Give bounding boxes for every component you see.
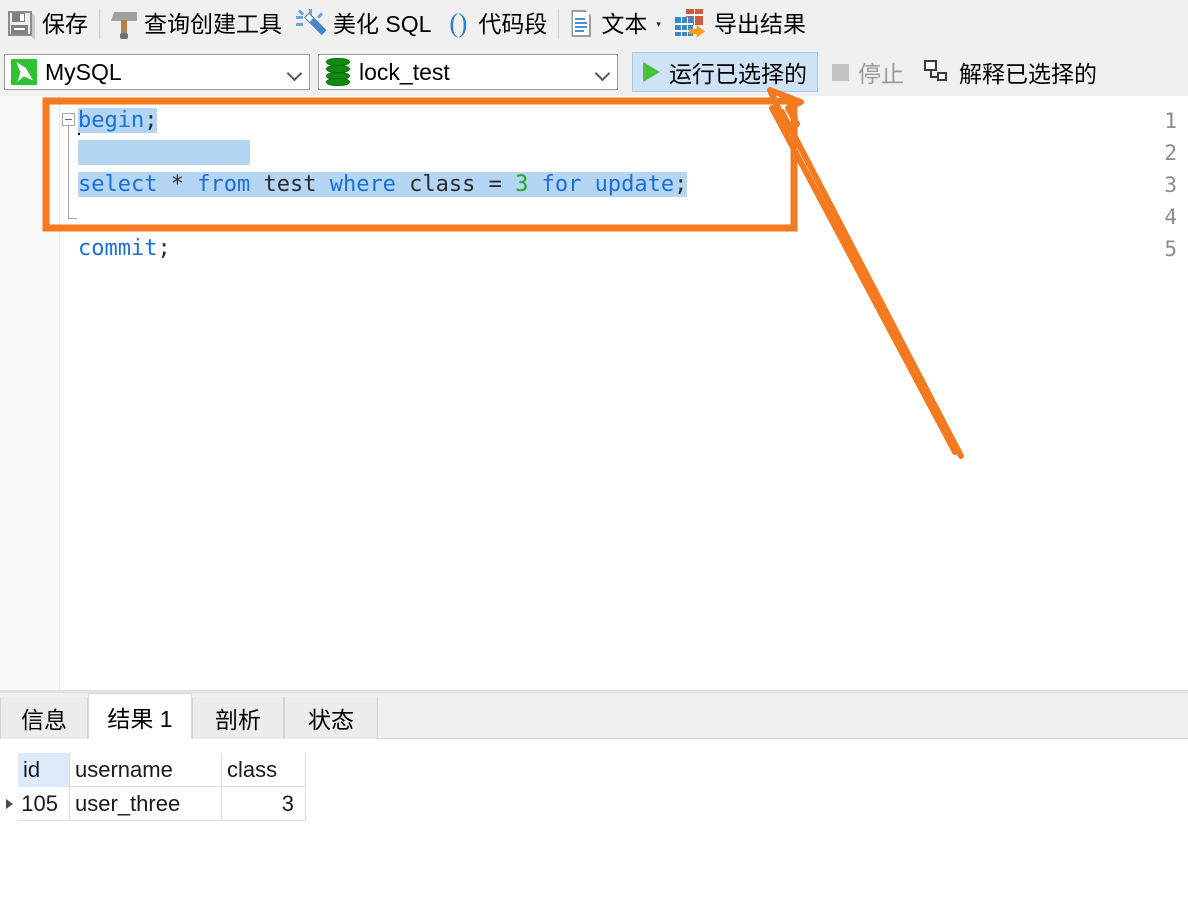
query-builder-button[interactable]: 查询创建工具 — [104, 4, 289, 44]
result-grid-header: id username class — [0, 753, 306, 787]
line-number: 1 — [1164, 109, 1177, 133]
stop-icon — [832, 63, 849, 81]
chevron-down-icon[interactable]: ▾ — [656, 19, 661, 30]
explain-selected-button[interactable]: 解释已选择的 — [918, 52, 1103, 92]
sql-editor-window: 保存 查询创建工具 美化 SQL () 代码段 文本 ▾ 导出结果 MySQL … — [0, 0, 1188, 912]
sql-text: * — [157, 172, 198, 197]
cell-username[interactable]: user_three — [70, 787, 222, 821]
save-button[interactable]: 保存 — [0, 4, 95, 44]
toolbar-separator — [99, 9, 100, 39]
magic-wand-icon — [296, 9, 327, 39]
export-results-label: 导出结果 — [713, 10, 806, 37]
run-selected-button[interactable]: 运行已选择的 — [632, 52, 818, 92]
chevron-down-icon[interactable] — [287, 65, 301, 79]
save-icon — [7, 10, 35, 40]
result-grid: id username class 105 user_three 3 — [0, 740, 1188, 912]
tab-status-label: 状态 — [308, 707, 354, 733]
connection-select-value: MySQL — [45, 58, 122, 85]
header-row-marker — [0, 753, 18, 787]
sql-column-expr: class = — [395, 172, 516, 197]
code-fold-end — [68, 218, 77, 219]
text-view-label: 文本 — [601, 10, 648, 37]
primary-toolbar: 保存 查询创建工具 美化 SQL () 代码段 文本 ▾ 导出结果 — [0, 0, 1188, 48]
code-snippet-label: 代码段 — [478, 10, 548, 37]
sql-keyword-from: from — [197, 172, 251, 197]
tab-profile[interactable]: 剖析 — [192, 697, 284, 739]
code-line-3: select * from test where class = 3 for u… — [78, 172, 688, 197]
sql-editor[interactable]: 1 2 3 4 5 begin; select * from test wher… — [0, 96, 1188, 690]
database-select-value: lock_test — [359, 58, 450, 85]
play-icon — [643, 62, 660, 82]
tab-status[interactable]: 状态 — [284, 697, 378, 739]
line-number: 2 — [1164, 141, 1177, 165]
line-number: 4 — [1164, 205, 1177, 229]
sql-space — [528, 172, 541, 197]
secondary-toolbar: MySQL lock_test 运行已选择的 停止 解释已选择的 — [0, 48, 1188, 96]
sql-punct: ; — [144, 108, 158, 133]
row-marker — [0, 787, 18, 821]
save-button-label: 保存 — [42, 10, 88, 37]
result-tabstrip: 信息 结果 1 剖析 状态 — [0, 693, 1188, 739]
sql-keyword-commit: commit — [78, 236, 158, 261]
sql-space-2 — [581, 172, 594, 197]
sql-keyword-select: select — [78, 172, 158, 197]
stop-button[interactable]: 停止 — [826, 52, 910, 92]
sql-keyword-where: where — [329, 172, 396, 197]
parentheses-icon: () — [449, 8, 468, 38]
sql-punct-2: ; — [674, 172, 688, 197]
code-line-1: begin; — [78, 108, 158, 133]
column-header-class[interactable]: class — [222, 753, 306, 787]
hammer-icon — [111, 9, 137, 39]
cell-id[interactable]: 105 — [18, 787, 70, 821]
beautify-sql-button[interactable]: 美化 SQL — [289, 4, 438, 44]
cell-class[interactable]: 3 — [222, 787, 306, 821]
sql-number: 3 — [515, 172, 529, 197]
code-fold-toggle[interactable] — [62, 113, 75, 126]
export-table-icon — [674, 9, 707, 39]
run-selected-label: 运行已选择的 — [669, 61, 807, 87]
code-snippet-button[interactable]: () 代码段 — [438, 4, 554, 44]
query-builder-label: 查询创建工具 — [144, 10, 282, 37]
mysql-dolphin-icon — [11, 59, 37, 85]
code-line-5: commit; — [78, 236, 171, 261]
tab-profile-label: 剖析 — [215, 707, 261, 733]
database-select[interactable]: lock_test — [318, 54, 618, 90]
sql-keyword: begin — [78, 108, 145, 133]
toolbar-separator-2 — [558, 9, 560, 39]
tab-info[interactable]: 信息 — [0, 697, 88, 739]
explain-selected-label: 解释已选择的 — [959, 61, 1097, 87]
text-view-button[interactable]: 文本 ▾ — [563, 4, 668, 44]
database-icon — [325, 58, 351, 86]
chevron-down-icon-2[interactable] — [595, 65, 609, 79]
column-header-id[interactable]: id — [18, 753, 70, 787]
row-marker-triangle-icon — [5, 799, 13, 809]
tab-result1[interactable]: 结果 1 — [88, 693, 192, 739]
beautify-sql-label: 美化 SQL — [333, 10, 432, 37]
code-fold-line — [68, 126, 69, 218]
connection-select[interactable]: MySQL — [4, 54, 310, 90]
stop-label: 停止 — [858, 61, 904, 87]
tab-info-label: 信息 — [21, 707, 67, 733]
sql-keyword-update: update — [594, 172, 675, 197]
sql-keyword-for: for — [541, 172, 582, 197]
column-header-username[interactable]: username — [70, 753, 222, 787]
tab-result1-label: 结果 1 — [107, 705, 173, 732]
sql-punct-3: ; — [157, 236, 171, 261]
table-row[interactable]: 105 user_three 3 — [0, 787, 306, 821]
explain-icon — [924, 59, 950, 85]
line-number-gutter — [0, 96, 60, 690]
line-number: 3 — [1164, 173, 1177, 197]
document-icon — [570, 9, 594, 39]
line-number: 5 — [1164, 237, 1177, 261]
export-results-button[interactable]: 导出结果 — [668, 4, 813, 44]
code-line-2 — [78, 140, 251, 165]
sql-table: test — [250, 172, 330, 197]
